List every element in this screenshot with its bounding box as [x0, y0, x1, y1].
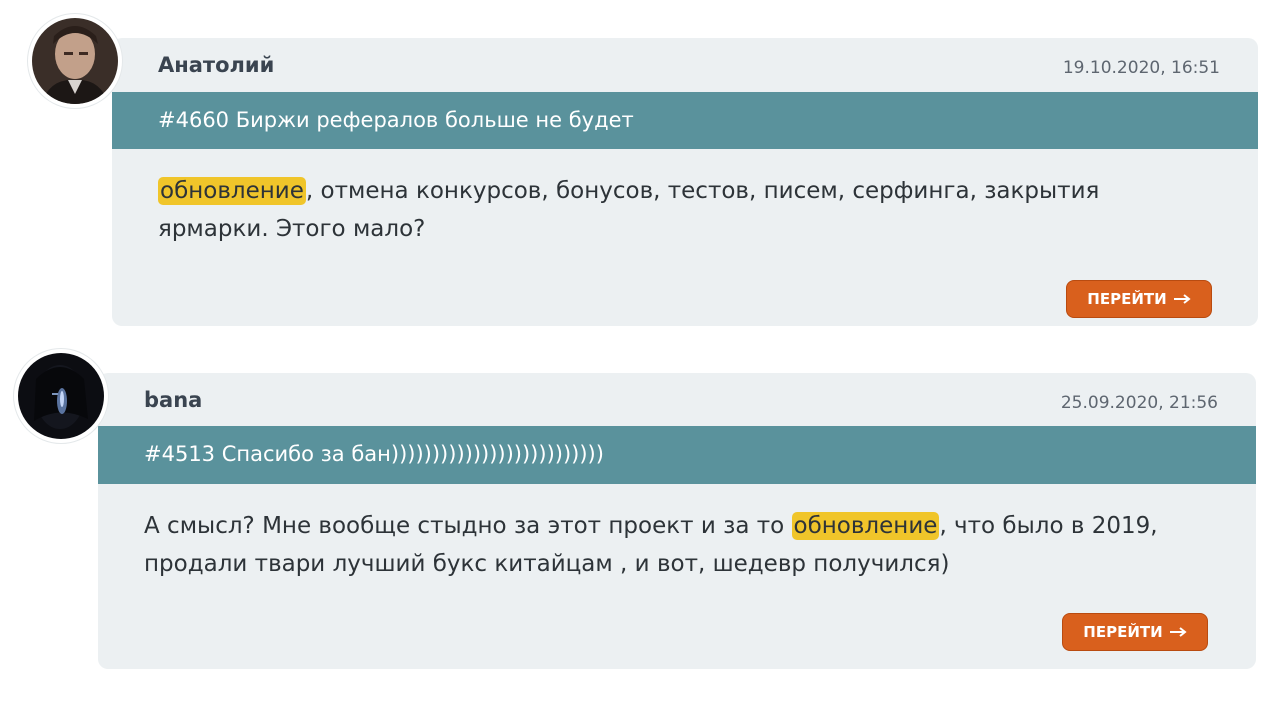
comment-text: А смысл? Мне вообще стыдно за этот проек…: [144, 507, 1224, 583]
comment-date: 25.09.2020, 21:56: [1060, 393, 1218, 413]
avatar[interactable]: [28, 14, 122, 108]
avatar[interactable]: [14, 349, 108, 443]
topic-bar: #4513 Спасибо за бан))))))))))))))))))))…: [98, 426, 1256, 484]
go-button[interactable]: ПЕРЕЙТИ: [1066, 280, 1212, 318]
author-name[interactable]: Анатолий: [158, 53, 274, 77]
arrow-right-icon: [1173, 290, 1191, 308]
comment-card: bana 25.09.2020, 21:56 #4513 Спасибо за …: [98, 373, 1256, 669]
comment-text-before: А смысл? Мне вообще стыдно за этот проек…: [144, 513, 792, 539]
comment-date: 19.10.2020, 16:51: [1062, 58, 1220, 78]
go-button-label: ПЕРЕЙТИ: [1083, 623, 1163, 641]
arrow-right-icon: [1169, 623, 1187, 641]
go-button[interactable]: ПЕРЕЙТИ: [1062, 613, 1208, 651]
search-highlight: обновление: [791, 512, 940, 540]
topic-title[interactable]: #4513 Спасибо за бан))))))))))))))))))))…: [144, 442, 604, 466]
topic-title[interactable]: #4660 Биржи рефералов больше не будет: [158, 108, 634, 132]
go-button-label: ПЕРЕЙТИ: [1087, 290, 1167, 308]
search-highlight: обновление: [158, 177, 306, 205]
topic-bar: #4660 Биржи рефералов больше не будет: [112, 92, 1258, 149]
comment-text: обновление, отмена конкурсов, бонусов, т…: [158, 172, 1158, 248]
comment-card: Анатолий 19.10.2020, 16:51 #4660 Биржи р…: [112, 38, 1258, 326]
author-name[interactable]: bana: [144, 388, 202, 412]
